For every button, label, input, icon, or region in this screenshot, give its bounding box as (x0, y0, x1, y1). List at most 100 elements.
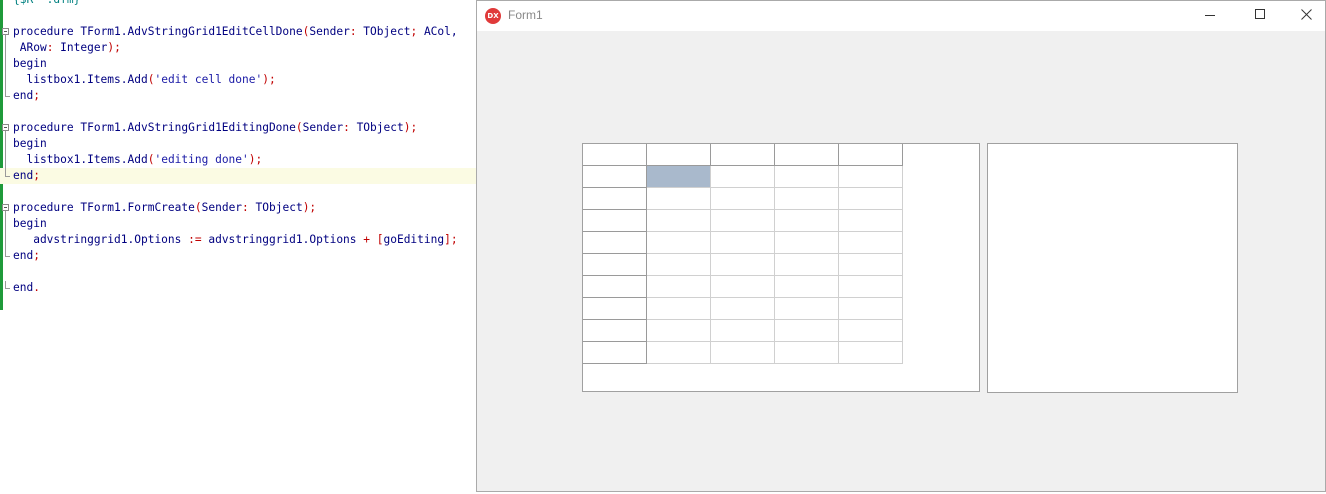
code-line[interactable] (0, 104, 477, 120)
code-token: procedure (13, 201, 81, 214)
code-line[interactable]: end; (0, 168, 477, 184)
code-editor[interactable]: {$R *.dfm} procedure TForm1.AdvStringGrid… (0, 0, 477, 494)
code-token: ); (262, 73, 276, 86)
grid-fixed-cell[interactable] (583, 276, 647, 298)
grid-fixed-cell[interactable] (839, 144, 903, 166)
grid-cell[interactable] (839, 210, 903, 232)
code-line[interactable]: end. (0, 280, 477, 296)
code-line-text: {$R *.dfm} (13, 0, 80, 8)
grid-cell[interactable] (839, 188, 903, 210)
listbox[interactable] (987, 143, 1238, 393)
grid-cell[interactable] (775, 254, 839, 276)
grid-cell[interactable] (711, 188, 775, 210)
code-line[interactable]: ARow: Integer); (0, 40, 477, 56)
code-line[interactable]: advstringgrid1.Options := advstringgrid1… (0, 232, 477, 248)
code-token: begin (13, 57, 47, 70)
grid-fixed-cell[interactable] (583, 144, 647, 166)
code-token: ARow (13, 41, 47, 54)
grid-cell[interactable] (711, 298, 775, 320)
grid-fixed-cell[interactable] (583, 166, 647, 188)
grid-cell[interactable] (839, 298, 903, 320)
grid-cell[interactable] (647, 254, 711, 276)
grid-cell[interactable] (647, 276, 711, 298)
grid-fixed-cell[interactable] (583, 210, 647, 232)
code-line-text: begin (13, 216, 47, 232)
code-line[interactable]: begin (0, 56, 477, 72)
grid-cell[interactable] (839, 320, 903, 342)
title-bar[interactable]: DX Form1 (477, 1, 1325, 31)
grid-cell[interactable] (647, 210, 711, 232)
grid-cell[interactable] (711, 254, 775, 276)
fold-toggle-icon[interactable] (2, 28, 9, 35)
close-button[interactable] (1283, 1, 1326, 31)
code-line[interactable] (0, 264, 477, 280)
grid-fixed-cell[interactable] (583, 254, 647, 276)
grid-cell[interactable] (839, 166, 903, 188)
grid-selected-cell[interactable] (647, 166, 711, 188)
grid-cell[interactable] (775, 188, 839, 210)
grid-cell[interactable] (711, 320, 775, 342)
code-token: TObject (363, 25, 411, 38)
code-token: procedure (13, 25, 81, 38)
fold-toggle-icon[interactable] (2, 124, 9, 131)
code-token: ); (248, 153, 263, 166)
minimize-button[interactable] (1187, 1, 1233, 31)
code-token: advstringgrid1.Options (13, 233, 189, 246)
grid-cell[interactable] (647, 342, 711, 364)
grid-fixed-cell[interactable] (583, 188, 647, 210)
grid-cell[interactable] (711, 210, 775, 232)
grid-cell[interactable] (711, 342, 775, 364)
grid-cell[interactable] (711, 232, 775, 254)
code-line[interactable] (0, 184, 477, 200)
code-line[interactable]: end; (0, 248, 477, 264)
grid-fixed-cell[interactable] (583, 342, 647, 364)
code-line[interactable]: procedure TForm1.FormCreate(Sender: TObj… (0, 200, 477, 216)
fold-toggle-icon[interactable] (2, 204, 9, 211)
grid-cell[interactable] (775, 232, 839, 254)
code-line-text: begin (13, 56, 47, 72)
fold-guide (5, 35, 6, 95)
form-window: DX Form1 (476, 0, 1326, 492)
grid-cell[interactable] (775, 166, 839, 188)
app-icon: DX (485, 8, 501, 24)
code-line[interactable]: begin (0, 216, 477, 232)
code-token: ; (33, 89, 40, 102)
grid-cell[interactable] (775, 276, 839, 298)
code-token: end (13, 89, 34, 102)
grid-cell[interactable] (711, 276, 775, 298)
code-line[interactable]: procedure TForm1.AdvStringGrid1EditCellD… (0, 24, 477, 40)
code-line[interactable]: listbox1.Items.Add('editing done'); (0, 152, 477, 168)
grid-cell[interactable] (647, 188, 711, 210)
grid-fixed-cell[interactable] (775, 144, 839, 166)
grid-cell[interactable] (839, 276, 903, 298)
grid-cell[interactable] (775, 210, 839, 232)
grid-cell[interactable] (647, 232, 711, 254)
grid-cell[interactable] (775, 320, 839, 342)
grid-cell[interactable] (711, 166, 775, 188)
grid-fixed-cell[interactable] (583, 232, 647, 254)
code-line[interactable]: listbox1.Items.Add('edit cell done'); (0, 72, 477, 88)
code-token: TObject (255, 201, 303, 214)
code-line[interactable]: end; (0, 88, 477, 104)
maximize-button[interactable] (1237, 1, 1283, 31)
code-line[interactable] (0, 8, 477, 24)
code-token: ; (33, 169, 40, 182)
grid-fixed-cell[interactable] (583, 320, 647, 342)
grid-cell[interactable] (839, 342, 903, 364)
code-line[interactable]: procedure TForm1.AdvStringGrid1EditingDo… (0, 120, 477, 136)
grid-fixed-cell[interactable] (647, 144, 711, 166)
grid-cell[interactable] (647, 298, 711, 320)
code-line[interactable]: begin (0, 136, 477, 152)
code-line-text: advstringgrid1.Options := advstringgrid1… (13, 232, 457, 248)
string-grid[interactable] (582, 143, 980, 392)
grid-fixed-cell[interactable] (583, 298, 647, 320)
code-token: TObject (356, 121, 404, 134)
grid-cell[interactable] (775, 298, 839, 320)
grid-cell[interactable] (839, 254, 903, 276)
grid-cell[interactable] (647, 320, 711, 342)
grid-fixed-cell[interactable] (711, 144, 775, 166)
grid-cell[interactable] (775, 342, 839, 364)
code-line[interactable]: {$R *.dfm} (0, 0, 477, 8)
grid-cell[interactable] (839, 232, 903, 254)
code-token: Sender (309, 25, 350, 38)
